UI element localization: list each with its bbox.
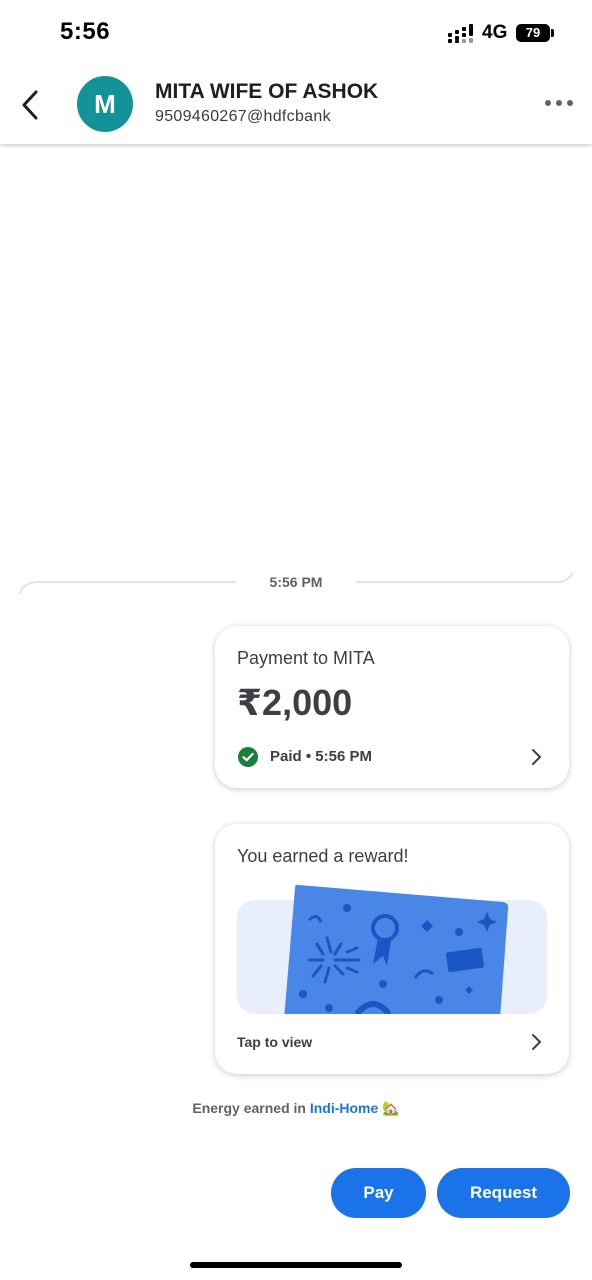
energy-earned-text: Energy earned in Indi-Home 🏡 — [0, 1100, 592, 1117]
status-time: 5:56 — [60, 18, 111, 45]
chevron-right-icon[interactable] — [531, 748, 543, 766]
contact-name[interactable]: MITA WIFE OF ASHOK — [155, 80, 378, 104]
indi-home-link[interactable]: Indi-Home — [310, 1100, 378, 1116]
battery-icon: 79 — [516, 24, 550, 42]
chevron-right-icon[interactable] — [531, 1033, 543, 1051]
timestamp-divider: 5:56 PM — [236, 574, 356, 590]
reward-card[interactable]: You earned a reward! Tap to view — [215, 824, 569, 1074]
energy-prefix: Energy earned in — [192, 1100, 306, 1116]
back-arrow-icon[interactable] — [18, 88, 46, 122]
battery-tip — [551, 29, 554, 37]
reward-scratch-card-image[interactable] — [237, 882, 547, 1014]
payment-amount: ₹2,000 — [237, 682, 353, 723]
request-button[interactable]: Request — [437, 1168, 570, 1218]
payment-card[interactable]: Payment to MITA ₹2,000 Paid • 5:56 PM — [215, 626, 569, 788]
pay-button[interactable]: Pay — [331, 1168, 426, 1218]
signal-icon — [448, 24, 473, 43]
payment-status: Paid • 5:56 PM — [270, 748, 372, 765]
home-indicator — [190, 1262, 402, 1268]
avatar[interactable]: M — [77, 76, 133, 132]
more-options-icon[interactable] — [544, 98, 574, 108]
reward-title: You earned a reward! — [237, 846, 409, 866]
house-emoji-icon: 🏡 — [382, 1100, 400, 1116]
network-type: 4G — [482, 22, 508, 43]
chat-header: M MITA WIFE OF ASHOK 9509460267@hdfcbank — [0, 68, 592, 144]
contact-upi-id: 9509460267@hdfcbank — [155, 108, 331, 125]
status-bar: 5:56 4G 79 — [0, 0, 592, 68]
payment-title: Payment to MITA — [237, 648, 375, 668]
check-circle-icon — [238, 747, 258, 767]
reward-tap-to-view[interactable]: Tap to view — [237, 1034, 312, 1050]
